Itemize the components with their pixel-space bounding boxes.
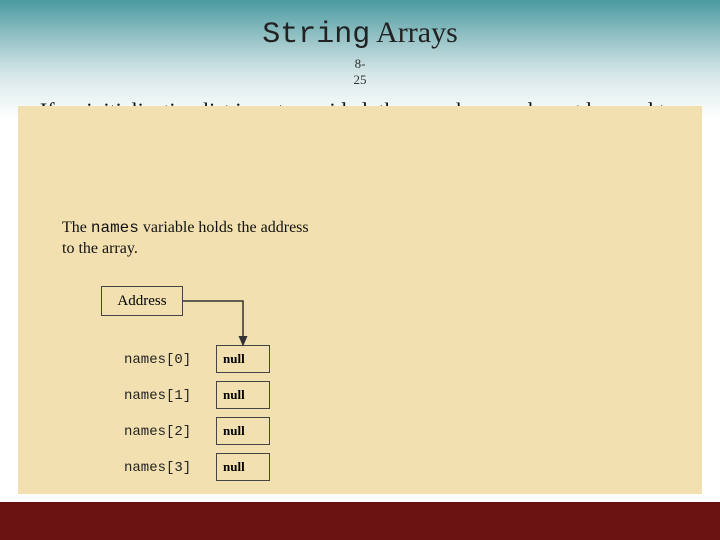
page-top: 8- bbox=[355, 56, 366, 71]
page-number: 8- 25 bbox=[0, 56, 720, 87]
caption-text: The names variable holds the address to … bbox=[62, 218, 322, 260]
slide-title: String Arrays bbox=[0, 0, 720, 52]
array-index-label: names[0] bbox=[124, 352, 191, 368]
array-index-label: names[3] bbox=[124, 460, 191, 476]
caption-var: names bbox=[91, 219, 139, 237]
caption-a: The bbox=[62, 219, 91, 236]
footer-band bbox=[0, 502, 720, 540]
title-code-part: String bbox=[262, 18, 370, 52]
array-value: null bbox=[223, 459, 245, 474]
array-value: null bbox=[223, 351, 245, 366]
title-plain-part: Arrays bbox=[370, 16, 457, 49]
array-value-cell: null bbox=[216, 417, 270, 445]
array-value-cell: null bbox=[216, 345, 270, 373]
array-value: null bbox=[223, 387, 245, 402]
array-value: null bbox=[223, 423, 245, 438]
array-value-cell: null bbox=[216, 381, 270, 409]
array-index-label: names[1] bbox=[124, 388, 191, 404]
address-label: Address bbox=[117, 293, 166, 309]
page-bottom: 25 bbox=[354, 72, 367, 87]
array-index-label: names[2] bbox=[124, 424, 191, 440]
address-box: Address bbox=[101, 286, 183, 316]
slide: String Arrays 8- 25 ✏If an initializatio… bbox=[0, 0, 720, 540]
array-value-cell: null bbox=[216, 453, 270, 481]
